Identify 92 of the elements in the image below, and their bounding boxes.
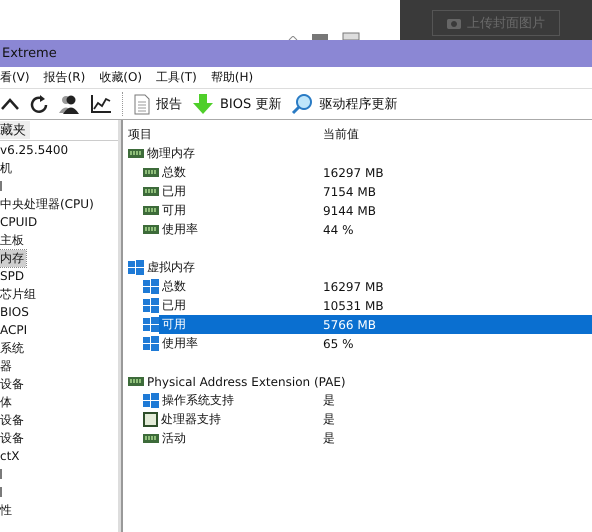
item-value: 16297 MB (323, 280, 384, 294)
windows-logo-icon (143, 393, 159, 408)
tree-item[interactable]: 中央处理器(CPU) (0, 196, 96, 212)
tree-item[interactable]: 系统 (0, 340, 26, 356)
tree-item[interactable]: SPD (0, 269, 26, 283)
table-row[interactable]: 使用率 44 % (123, 220, 592, 239)
caret-up-icon (288, 36, 298, 40)
driver-update-button[interactable]: 驱动程序更新 (291, 93, 398, 115)
table-row[interactable]: 已用 10531 MB (123, 296, 592, 315)
item-label: 总数 (162, 278, 186, 295)
caret-up-icon[interactable] (0, 97, 20, 111)
table-row[interactable]: 活动 是 (123, 429, 592, 448)
table-row[interactable]: 总数 16297 MB (123, 163, 592, 182)
item-label: 使用率 (162, 335, 198, 352)
tree-item[interactable]: 芯片组 (0, 286, 38, 302)
group-title: Physical Address Extension (PAE) (147, 374, 346, 388)
item-value: 5766 MB (323, 318, 376, 332)
memory-module-icon (128, 377, 144, 386)
tree-item[interactable]: 器 (0, 358, 14, 374)
windows-logo-icon (143, 336, 159, 351)
bios-update-button[interactable]: BIOS 更新 (192, 93, 282, 115)
tree-item[interactable]: 主板 (0, 232, 26, 248)
item-value: 9144 MB (323, 204, 376, 218)
item-label: 已用 (162, 297, 186, 314)
item-label: 可用 (162, 316, 186, 333)
tree-item[interactable]: ctX (0, 449, 22, 463)
chip-icon (143, 412, 158, 427)
menu-item[interactable]: 工具(T) (156, 69, 197, 86)
item-value: 65 % (323, 336, 354, 350)
tree-item[interactable]: 设备 (0, 430, 26, 446)
clipped-glyph-icon (0, 180, 3, 192)
item-value: 7154 MB (323, 184, 376, 198)
down-arrow-icon (192, 93, 214, 115)
group-title: 虚拟内存 (147, 259, 195, 276)
square-icon (312, 34, 328, 40)
tree-item[interactable]: CPUID (0, 215, 40, 229)
item-label: 已用 (162, 183, 186, 200)
item-value: 10531 MB (323, 298, 384, 312)
table-row[interactable]: 使用率 65 % (123, 334, 592, 353)
menu-item[interactable]: 报告(R) (44, 69, 86, 86)
menu-item[interactable]: 看(V) (0, 69, 30, 86)
table-row[interactable]: 处理器支持 是 (123, 410, 592, 429)
tree-item[interactable]: 机 (0, 160, 14, 176)
document-icon (134, 94, 150, 114)
item-value: 是 (323, 411, 335, 428)
item-value: 44 % (323, 222, 354, 236)
windows-logo-icon (128, 260, 144, 275)
memory-module-icon (143, 206, 159, 215)
windows-logo-icon (143, 298, 159, 313)
menu-item[interactable]: 收藏(O) (99, 69, 142, 86)
column-header[interactable]: 当前值 (323, 126, 359, 142)
item-label: 可用 (162, 202, 186, 219)
item-value: 16297 MB (323, 166, 384, 180)
report-button[interactable]: 报告 (134, 94, 182, 114)
tree-item[interactable]: 性 (0, 502, 14, 518)
item-label: 使用率 (162, 221, 198, 238)
memory-module-icon (128, 149, 144, 158)
item-label: 处理器支持 (161, 411, 221, 428)
menu-item[interactable]: 帮助(H) (210, 69, 254, 86)
tree-item[interactable]: v6.25.5400 (0, 143, 70, 157)
refresh-icon[interactable] (30, 94, 48, 114)
search-icon (291, 93, 314, 115)
tree-item[interactable]: ACPI (0, 323, 30, 337)
memory-module-icon (143, 434, 159, 443)
clipped-glyph-icon (0, 486, 3, 498)
users-icon[interactable] (58, 94, 80, 114)
window-title: Extreme (1, 46, 57, 61)
clipped-glyph-icon (0, 468, 3, 480)
memory-module-icon (143, 187, 159, 196)
item-value: 是 (323, 430, 335, 447)
favorites-tab[interactable]: 藏夹 (0, 121, 30, 139)
tree-item[interactable]: 设备 (0, 412, 26, 428)
line-chart-icon[interactable] (90, 94, 112, 114)
tree-item[interactable]: 体 (0, 394, 14, 410)
camera-icon (447, 17, 461, 29)
group-title: 物理内存 (147, 145, 195, 162)
item-label: 总数 (162, 164, 186, 181)
memory-module-icon (143, 225, 159, 234)
tree-item[interactable]: 内存 (0, 250, 26, 266)
column-header[interactable]: 项目 (128, 126, 152, 140)
table-row[interactable]: 总数 16297 MB (123, 277, 592, 296)
tree-item[interactable]: 设备 (0, 376, 26, 392)
item-label: 活动 (162, 430, 186, 447)
table-row[interactable]: 操作系统支持 是 (123, 391, 592, 410)
windows-logo-icon (143, 317, 159, 332)
memory-module-icon (143, 168, 159, 177)
table-row[interactable]: 已用 7154 MB (123, 182, 592, 201)
item-label: 操作系统支持 (162, 392, 234, 409)
item-value: 是 (323, 392, 335, 409)
windows-logo-icon (143, 279, 159, 294)
tree-item[interactable]: BIOS (0, 305, 31, 319)
table-row[interactable]: 可用 9144 MB (123, 201, 592, 220)
